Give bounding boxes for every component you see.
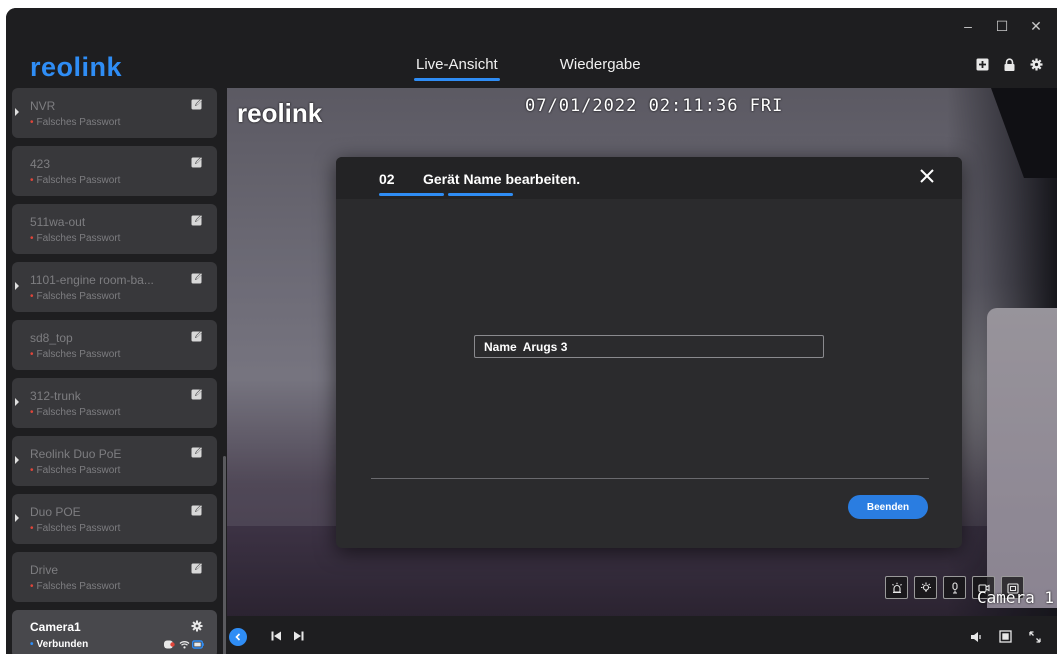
step-progress-bar (379, 193, 444, 196)
device-name: 511wa-out (30, 215, 86, 229)
camera-name-overlay: Camera 1 (977, 588, 1055, 607)
view-controls (970, 630, 1041, 643)
dialog-header: 02 Gerät Name bearbeiten. (336, 157, 962, 199)
collapse-sidebar-icon[interactable] (229, 628, 247, 646)
device-item-312-trunk[interactable]: 312-trunk Falsches Passwort (12, 378, 217, 428)
camera-type-icon (164, 640, 175, 649)
device-item-reolink-duo-poe[interactable]: Reolink Duo PoE Falsches Passwort (12, 436, 217, 486)
main-tabs: Live-Ansicht Wiedergabe (414, 56, 641, 81)
dialog-step-number: 02 (379, 171, 395, 187)
device-item-duo-poe[interactable]: Duo POE Falsches Passwort (12, 494, 217, 544)
expand-arrow-icon[interactable] (15, 108, 19, 116)
device-status: Falsches Passwort (30, 465, 121, 476)
previous-icon[interactable] (271, 631, 282, 641)
window-controls: – ☐ ✕ (961, 18, 1043, 35)
device-item-sd8-top[interactable]: sd8_top Falsches Passwort (12, 320, 217, 370)
close-window-button[interactable]: ✕ (1029, 18, 1043, 35)
device-item-drive[interactable]: Drive Falsches Passwort (12, 552, 217, 602)
app-logo: reolink (30, 52, 123, 82)
microphone-icon[interactable] (943, 576, 966, 599)
device-item-camera1[interactable]: Camera1 Verbunden (12, 610, 217, 654)
expand-arrow-icon[interactable] (15, 282, 19, 290)
edit-icon[interactable] (191, 562, 203, 574)
tab-live-view[interactable]: Live-Ansicht (414, 56, 500, 81)
expand-arrow-icon[interactable] (15, 456, 19, 464)
siren-icon[interactable] (885, 576, 908, 599)
next-icon[interactable] (293, 631, 304, 641)
volume-icon[interactable] (970, 630, 983, 643)
edit-icon[interactable] (191, 330, 203, 342)
device-list: NVR Falsches Passwort 423 Falsches Passw… (6, 88, 230, 654)
lock-icon[interactable] (1003, 58, 1016, 71)
edit-icon[interactable] (191, 446, 203, 458)
tab-playback[interactable]: Wiedergabe (560, 56, 641, 81)
wifi-icon (179, 641, 190, 649)
device-status: Falsches Passwort (30, 581, 121, 592)
step-progress-bar (448, 193, 513, 196)
device-item-1101-engine-room[interactable]: 1101-engine room-ba... Falsches Passwort (12, 262, 217, 312)
app-window: – ☐ ✕ reolink Live-Ansicht Wiedergabe NV… (6, 8, 1057, 654)
device-status: Verbunden (30, 639, 89, 650)
dialog-title: Gerät Name bearbeiten. (423, 171, 581, 187)
device-status: Falsches Passwort (30, 117, 121, 128)
device-name: sd8_top (30, 331, 73, 345)
camera-overlay-logo: reolink (237, 98, 323, 128)
edit-icon[interactable] (191, 388, 203, 400)
expand-icon[interactable] (1028, 630, 1041, 643)
device-name: 1101-engine room-ba... (30, 273, 154, 287)
device-name: 312-trunk (30, 389, 81, 403)
device-name: Drive (30, 563, 59, 577)
device-name: 423 (30, 157, 51, 171)
rename-device-dialog: 02 Gerät Name bearbeiten. Name Beenden (336, 157, 962, 548)
device-name: Duo POE (30, 505, 81, 519)
device-name: Reolink Duo PoE (30, 447, 122, 461)
edit-icon[interactable] (191, 98, 203, 110)
device-status: Falsches Passwort (30, 349, 121, 360)
title-bar: – ☐ ✕ reolink Live-Ansicht Wiedergabe (6, 8, 1057, 88)
device-status: Falsches Passwort (30, 291, 121, 302)
device-status: Falsches Passwort (30, 175, 121, 186)
edit-icon[interactable] (191, 156, 203, 168)
edit-icon[interactable] (191, 214, 203, 226)
add-device-icon[interactable] (976, 58, 989, 71)
fullscreen-window-icon[interactable] (999, 630, 1012, 643)
minimize-button[interactable]: – (961, 18, 975, 35)
device-item-nvr[interactable]: NVR Falsches Passwort (12, 88, 217, 138)
device-name: Camera1 (30, 620, 81, 634)
device-name: NVR (30, 99, 56, 113)
camera-timestamp: 07/01/2022 02:11:36 FRI (525, 96, 784, 116)
finish-button[interactable]: Beenden (848, 495, 928, 519)
device-name-input[interactable] (522, 339, 803, 354)
device-item-511wa-out[interactable]: 511wa-out Falsches Passwort (12, 204, 217, 254)
expand-arrow-icon[interactable] (15, 514, 19, 522)
settings-icon[interactable] (191, 620, 203, 632)
expand-arrow-icon[interactable] (15, 398, 19, 406)
header-icons (976, 58, 1043, 71)
device-item-423[interactable]: 423 Falsches Passwort (12, 146, 217, 196)
edit-icon[interactable] (191, 272, 203, 284)
close-icon[interactable] (918, 167, 936, 185)
edit-icon[interactable] (191, 504, 203, 516)
device-name-field[interactable]: Name (474, 335, 824, 358)
settings-icon[interactable] (1030, 58, 1043, 71)
dialog-divider (371, 478, 929, 479)
bottom-toolbar (227, 616, 1057, 654)
device-status: Falsches Passwort (30, 407, 121, 418)
battery-icon (192, 640, 204, 649)
device-status: Falsches Passwort (30, 523, 121, 534)
device-status: Falsches Passwort (30, 233, 121, 244)
maximize-button[interactable]: ☐ (995, 18, 1009, 35)
spotlight-icon[interactable] (914, 576, 937, 599)
sidebar-scrollbar[interactable] (223, 456, 226, 654)
name-label: Name (484, 339, 517, 354)
